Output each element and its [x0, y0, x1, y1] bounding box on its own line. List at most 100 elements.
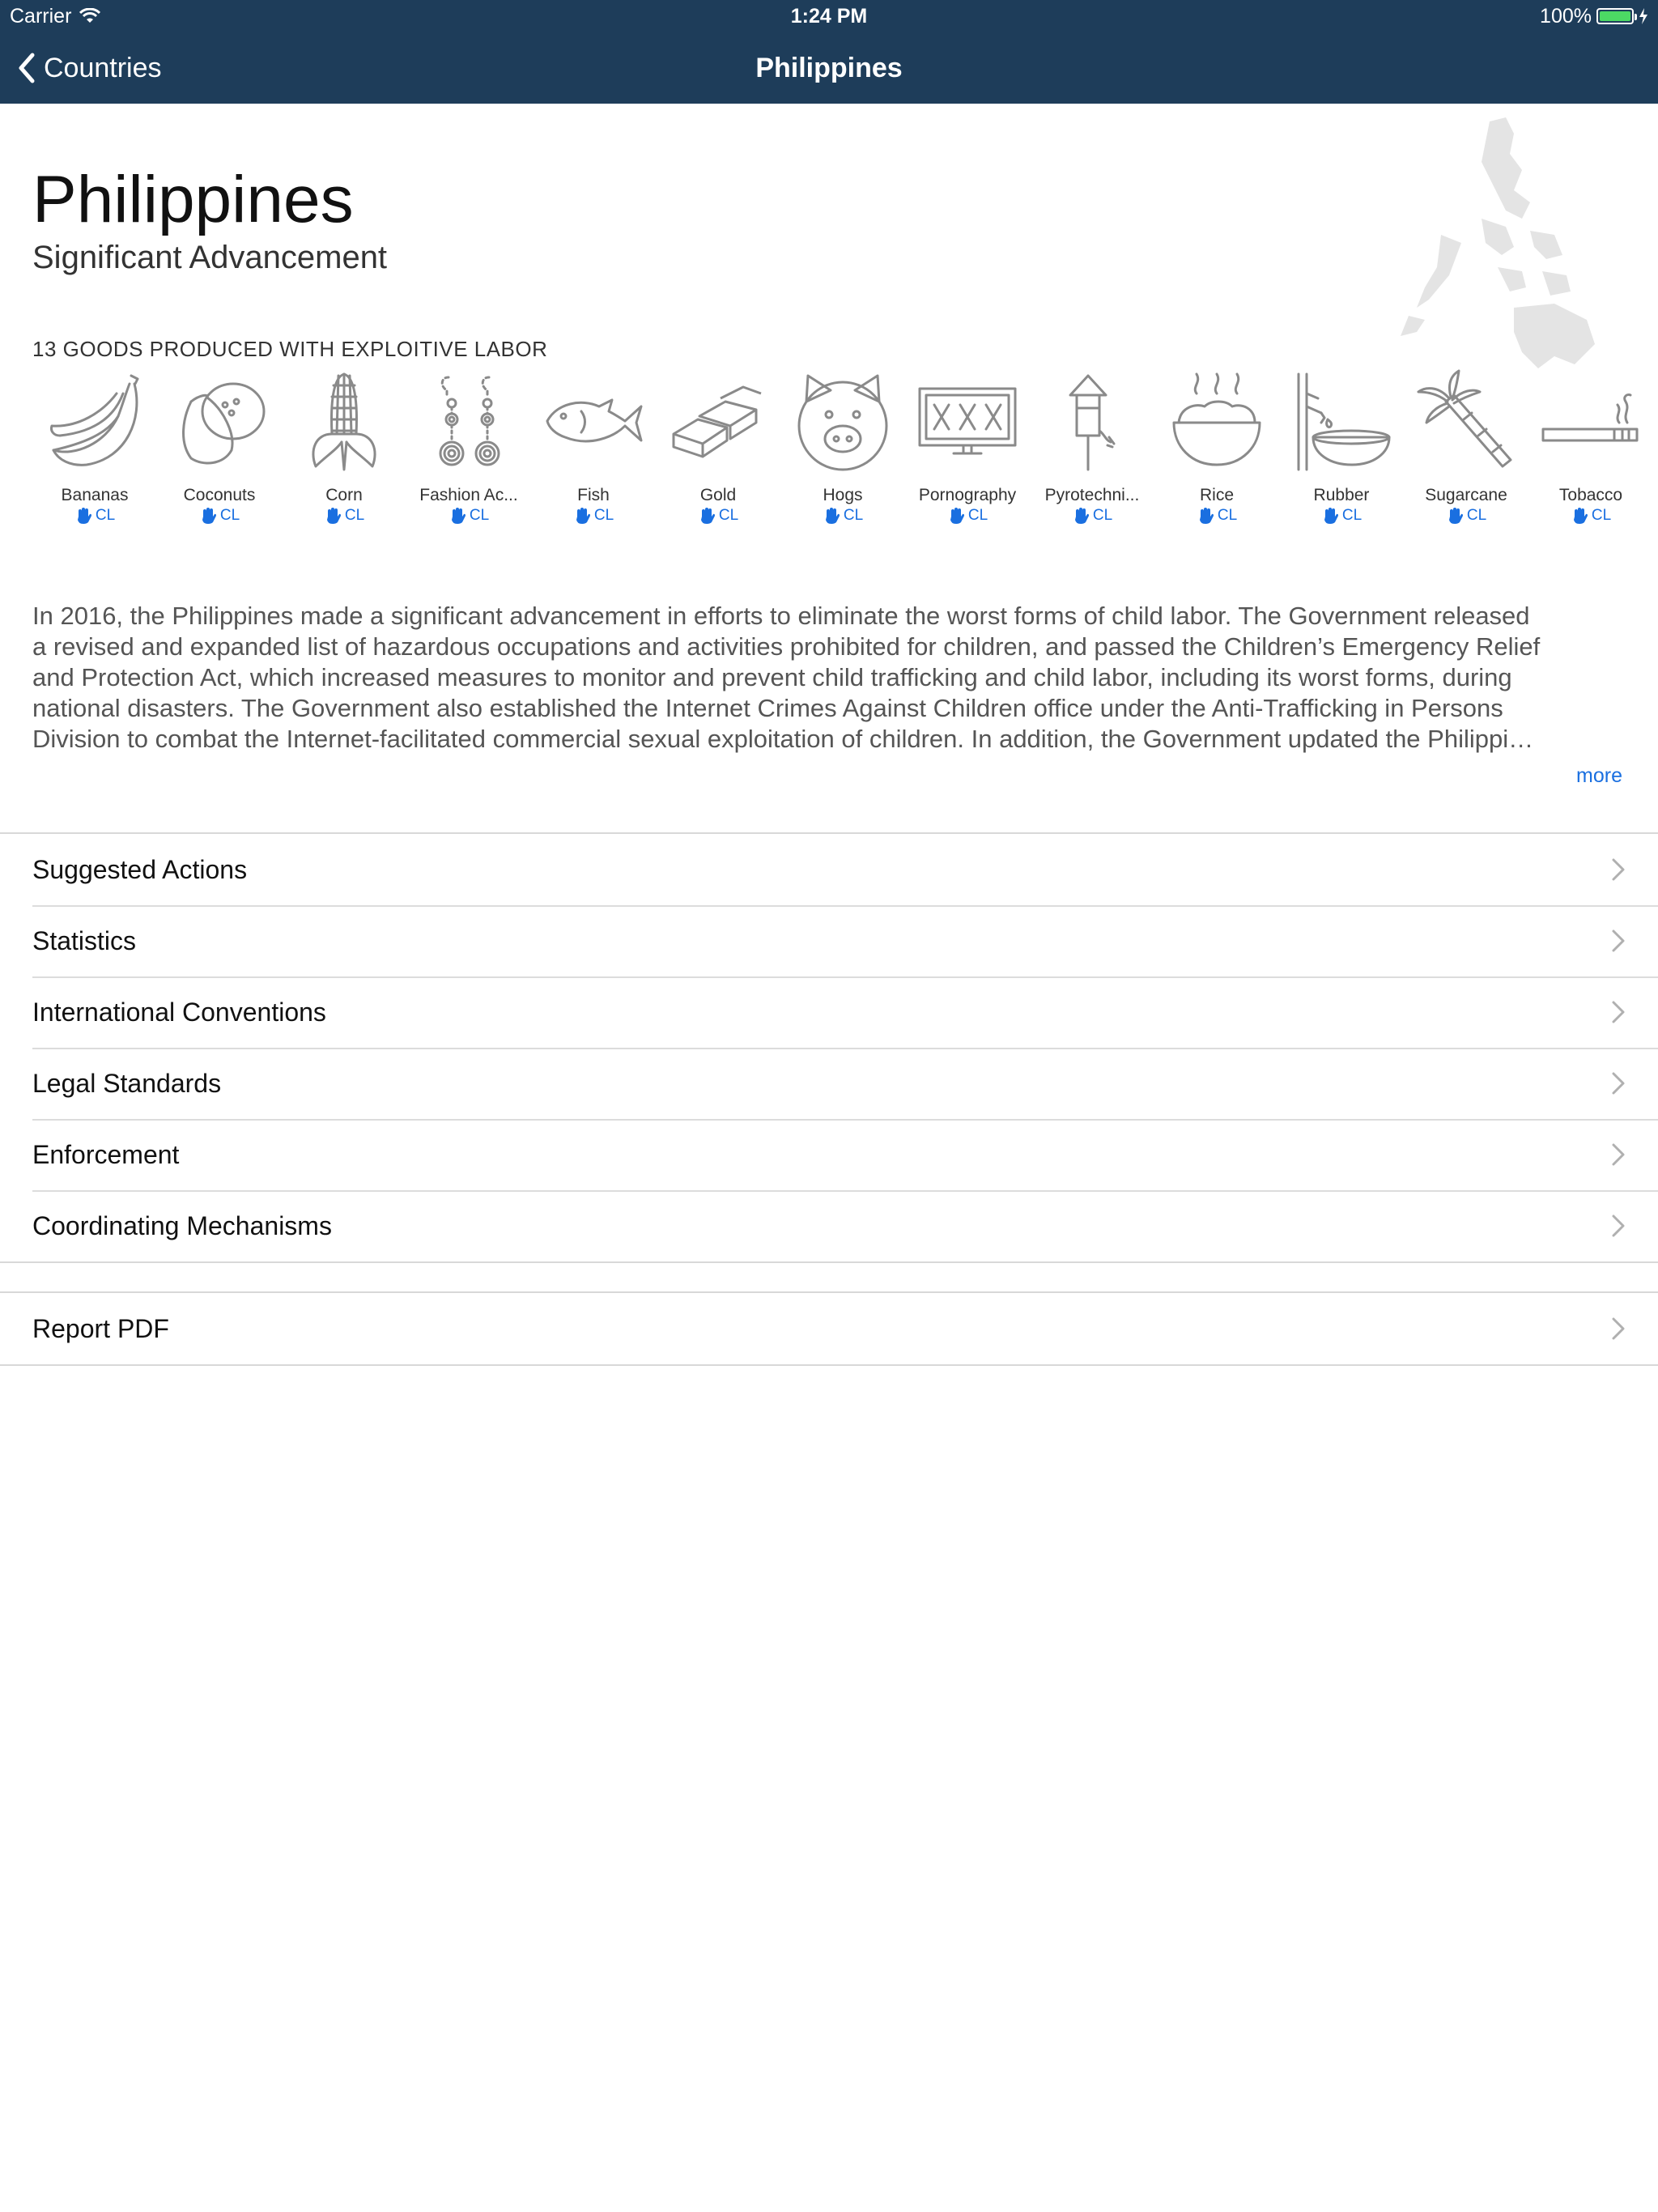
banana-icon	[50, 374, 139, 466]
section-row-statistics[interactable]: Statistics	[0, 905, 1658, 976]
good-label: Bananas	[61, 486, 129, 504]
child-labor-badge[interactable]: CL	[282, 507, 406, 525]
battery-percent: 100%	[1540, 5, 1592, 28]
gold-bars-icon	[672, 385, 762, 458]
child-labor-badge[interactable]: CL	[780, 507, 905, 525]
child-labor-badge[interactable]: CL	[1154, 507, 1279, 525]
good-label: Fish	[577, 486, 610, 504]
good-label: Rice	[1199, 486, 1234, 504]
badge-label: CL	[718, 507, 739, 524]
report-group: Report PDF	[0, 1291, 1658, 1366]
fish-icon	[546, 398, 643, 443]
badge-label: CL	[967, 507, 988, 524]
child-labor-badge[interactable]: CL	[1030, 507, 1154, 525]
hand-icon	[1573, 508, 1588, 524]
badge-label: CL	[219, 507, 240, 524]
badge-label: CL	[1466, 507, 1487, 524]
child-labor-badge[interactable]: CL	[905, 507, 1030, 525]
chevron-right-icon	[1612, 858, 1625, 881]
badge-label: CL	[344, 507, 365, 524]
summary-line: and Protection Act, which increased meas…	[32, 663, 1512, 691]
section-label: Coordinating Mechanisms	[32, 1210, 332, 1240]
good-item[interactable]: Pyrotechni... CL	[1030, 369, 1154, 531]
child-labor-badge[interactable]: CL	[1279, 507, 1404, 525]
hand-icon	[326, 508, 341, 524]
summary-line: In 2016, the Philippines made a signific…	[32, 602, 1530, 630]
good-label: Gold	[699, 486, 737, 504]
good-label: Rubber	[1313, 486, 1370, 504]
cigarette-icon	[1541, 393, 1639, 442]
chevron-right-icon	[1612, 1317, 1625, 1340]
assessment-level: Significant Advancement	[32, 240, 388, 275]
chevron-right-icon	[1612, 1072, 1625, 1095]
hand-icon	[1199, 508, 1214, 524]
badge-label: CL	[1591, 507, 1612, 524]
good-label: Corn	[325, 486, 363, 504]
good-item[interactable]: Tobacco CL	[1528, 369, 1653, 531]
good-item[interactable]: Coconuts CL	[157, 369, 282, 531]
section-row-legal-standards[interactable]: Legal Standards	[0, 1048, 1658, 1119]
chevron-right-icon	[1612, 1214, 1625, 1237]
summary-line: Division to combat the Internet-facilita…	[32, 725, 1534, 753]
battery-indicator: 100%	[1540, 0, 1648, 32]
firework-icon	[1069, 374, 1116, 471]
section-label: Statistics	[32, 925, 137, 955]
battery-icon	[1596, 8, 1637, 24]
section-row-enforcement[interactable]: Enforcement	[0, 1119, 1658, 1190]
good-label: Hogs	[823, 486, 863, 504]
hand-icon	[202, 508, 216, 524]
child-labor-badge[interactable]: CL	[1404, 507, 1528, 525]
good-label: Pornography	[918, 486, 1017, 504]
child-labor-badge[interactable]: CL	[406, 507, 531, 525]
country-summary: In 2016, the Philippines made a signific…	[32, 601, 1626, 755]
good-item[interactable]: Rice CL	[1154, 369, 1279, 531]
good-item[interactable]: Hogs CL	[780, 369, 905, 531]
hand-icon	[451, 508, 466, 524]
good-label: Coconuts	[183, 486, 256, 504]
chevron-right-icon	[1612, 929, 1625, 952]
goods-heading: 13 GOODS PRODUCED WITH EXPLOITIVE LABOR	[32, 337, 548, 361]
child-labor-badge[interactable]: CL	[32, 507, 157, 525]
summary-line: a revised and expanded list of hazardous…	[32, 632, 1541, 661]
section-row-international-conventions[interactable]: International Conventions	[0, 976, 1658, 1048]
badge-label: CL	[1217, 507, 1238, 524]
rice-bowl-icon	[1172, 372, 1261, 466]
section-row-suggested-actions[interactable]: Suggested Actions	[0, 834, 1658, 905]
sugarcane-icon	[1417, 369, 1512, 468]
hand-icon	[950, 508, 964, 524]
nav-title: Philippines	[755, 53, 903, 83]
good-item[interactable]: Fish CL	[531, 369, 656, 531]
section-row-coordinating-mechanisms[interactable]: Coordinating Mechanisms	[0, 1190, 1658, 1261]
badge-label: CL	[1092, 507, 1113, 524]
corn-icon	[312, 372, 376, 471]
good-item[interactable]: Corn CL	[282, 369, 406, 531]
hand-icon	[77, 508, 91, 524]
good-item[interactable]: Bananas CL	[32, 369, 157, 531]
hand-icon	[825, 508, 840, 524]
pig-icon	[797, 374, 888, 471]
navigation-bar: Countries Philippines	[0, 32, 1658, 104]
status-bar: Carrier 1:24 PM 100%	[0, 0, 1658, 32]
status-time: 1:24 PM	[790, 5, 868, 28]
summary-line: national disasters. The Government also …	[32, 694, 1503, 722]
child-labor-badge[interactable]: CL	[1528, 507, 1653, 525]
good-item[interactable]: Pornography CL	[905, 369, 1030, 531]
good-label: Sugarcane	[1425, 486, 1507, 504]
good-item[interactable]: Sugarcane CL	[1404, 369, 1528, 531]
badge-label: CL	[1341, 507, 1363, 524]
section-label: Legal Standards	[32, 1068, 222, 1098]
goods-list: Bananas CL Coconuts CL Corn CL Fashion A…	[32, 369, 1643, 531]
child-labor-badge[interactable]: CL	[531, 507, 656, 525]
badge-label: CL	[593, 507, 614, 524]
top-header: Carrier 1:24 PM 100% Countries Philippin…	[0, 0, 1658, 104]
child-labor-badge[interactable]: CL	[656, 507, 780, 525]
charging-bolt-icon	[1639, 8, 1647, 24]
more-link[interactable]: more	[1576, 764, 1622, 788]
good-item[interactable]: Rubber CL	[1279, 369, 1404, 531]
hand-icon	[576, 508, 590, 524]
good-item[interactable]: Gold CL	[656, 369, 780, 531]
report-pdf-row[interactable]: Report PDF	[0, 1293, 1658, 1364]
child-labor-badge[interactable]: CL	[157, 507, 282, 525]
coconut-icon	[182, 382, 266, 465]
good-item[interactable]: Fashion Ac... CL	[406, 369, 531, 531]
